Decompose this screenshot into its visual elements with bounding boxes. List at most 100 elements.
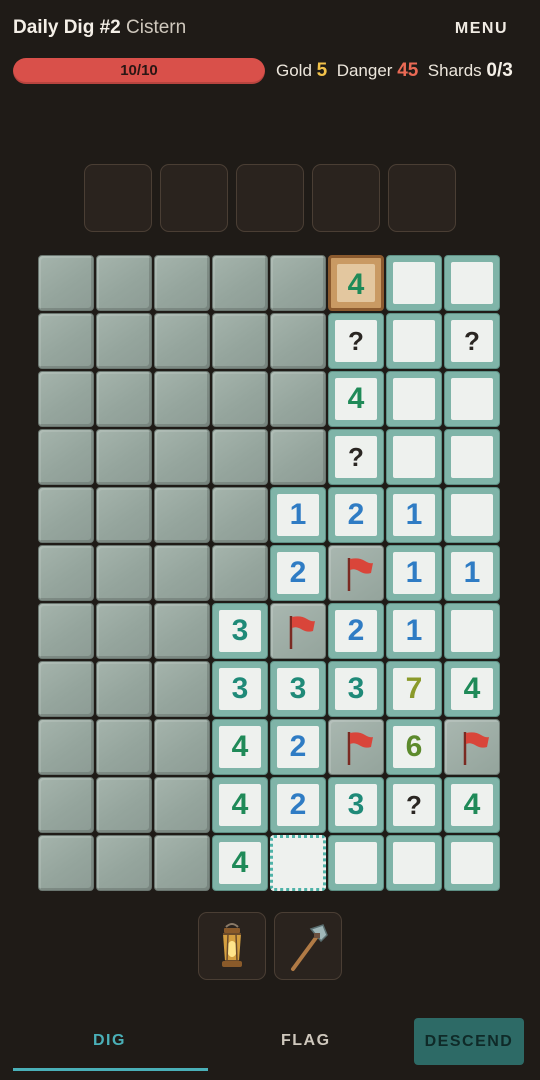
- hidden-tile[interactable]: [96, 777, 152, 833]
- hidden-tile[interactable]: [96, 545, 152, 601]
- revealed-tile[interactable]: 2: [328, 603, 384, 659]
- hidden-tile[interactable]: [38, 777, 94, 833]
- revealed-tile[interactable]: ?: [328, 429, 384, 485]
- hidden-tile[interactable]: [38, 661, 94, 717]
- hidden-tile[interactable]: [96, 371, 152, 427]
- revealed-tile[interactable]: 4: [444, 661, 500, 717]
- revealed-tile[interactable]: [444, 603, 500, 659]
- revealed-tile[interactable]: [444, 487, 500, 543]
- menu-button[interactable]: MENU: [455, 20, 508, 38]
- hidden-tile[interactable]: [154, 545, 210, 601]
- revealed-tile[interactable]: ?: [328, 313, 384, 369]
- hidden-tile[interactable]: [154, 603, 210, 659]
- revealed-tile[interactable]: [386, 429, 442, 485]
- revealed-tile[interactable]: 3: [212, 603, 268, 659]
- hidden-tile[interactable]: [212, 313, 268, 369]
- hidden-tile[interactable]: [212, 255, 268, 311]
- revealed-tile[interactable]: 2: [270, 777, 326, 833]
- hidden-tile[interactable]: [270, 371, 326, 427]
- revealed-tile[interactable]: 6: [386, 719, 442, 775]
- hidden-tile[interactable]: [38, 429, 94, 485]
- revealed-tile[interactable]: ?: [386, 777, 442, 833]
- hidden-tile[interactable]: [96, 255, 152, 311]
- hidden-tile[interactable]: [154, 777, 210, 833]
- hidden-tile[interactable]: [38, 487, 94, 543]
- hidden-tile[interactable]: [96, 429, 152, 485]
- special-tile[interactable]: 4: [328, 255, 384, 311]
- hidden-tile[interactable]: [38, 603, 94, 659]
- tab-dig[interactable]: DIG: [93, 1032, 126, 1050]
- revealed-tile[interactable]: [386, 835, 442, 891]
- inventory-slot[interactable]: [236, 164, 304, 232]
- revealed-tile[interactable]: 1: [386, 487, 442, 543]
- hidden-tile[interactable]: [270, 313, 326, 369]
- hidden-tile[interactable]: [154, 487, 210, 543]
- hidden-tile[interactable]: [154, 719, 210, 775]
- inventory-slot[interactable]: [84, 164, 152, 232]
- hidden-tile[interactable]: [96, 661, 152, 717]
- tab-flag[interactable]: FLAG: [281, 1032, 331, 1050]
- hidden-tile[interactable]: [270, 429, 326, 485]
- flagged-tile[interactable]: [270, 603, 326, 659]
- hidden-tile[interactable]: [212, 545, 268, 601]
- revealed-tile[interactable]: 4: [212, 835, 268, 891]
- inventory-slot[interactable]: [312, 164, 380, 232]
- revealed-tile[interactable]: 1: [386, 603, 442, 659]
- inventory-slot[interactable]: [388, 164, 456, 232]
- hidden-tile[interactable]: [38, 313, 94, 369]
- hidden-tile[interactable]: [96, 719, 152, 775]
- hidden-tile[interactable]: [154, 371, 210, 427]
- revealed-tile[interactable]: 2: [270, 545, 326, 601]
- revealed-tile[interactable]: 2: [270, 719, 326, 775]
- hidden-tile[interactable]: [38, 255, 94, 311]
- hidden-tile[interactable]: [154, 313, 210, 369]
- lantern-tool-button[interactable]: [198, 912, 266, 980]
- hidden-tile[interactable]: [270, 255, 326, 311]
- flagged-tile[interactable]: [328, 719, 384, 775]
- hidden-tile[interactable]: [154, 429, 210, 485]
- revealed-tile[interactable]: 4: [328, 371, 384, 427]
- selected-tile[interactable]: [270, 835, 326, 891]
- pickaxe-tool-button[interactable]: [274, 912, 342, 980]
- hidden-tile[interactable]: [96, 835, 152, 891]
- revealed-tile[interactable]: 3: [212, 661, 268, 717]
- revealed-tile[interactable]: 4: [444, 777, 500, 833]
- hidden-tile[interactable]: [96, 487, 152, 543]
- shards-label: Shards: [427, 61, 482, 80]
- revealed-tile[interactable]: 3: [328, 777, 384, 833]
- hidden-tile[interactable]: [38, 545, 94, 601]
- hidden-tile[interactable]: [154, 661, 210, 717]
- revealed-tile[interactable]: 4: [212, 777, 268, 833]
- revealed-tile[interactable]: 2: [328, 487, 384, 543]
- revealed-tile[interactable]: [444, 255, 500, 311]
- hidden-tile[interactable]: [154, 255, 210, 311]
- revealed-tile[interactable]: [386, 255, 442, 311]
- hidden-tile[interactable]: [38, 371, 94, 427]
- flagged-tile[interactable]: [444, 719, 500, 775]
- revealed-tile[interactable]: 1: [444, 545, 500, 601]
- revealed-tile[interactable]: 3: [328, 661, 384, 717]
- hidden-tile[interactable]: [212, 487, 268, 543]
- hidden-tile[interactable]: [38, 719, 94, 775]
- hidden-tile[interactable]: [38, 835, 94, 891]
- revealed-tile[interactable]: ?: [444, 313, 500, 369]
- revealed-tile[interactable]: [386, 371, 442, 427]
- revealed-tile[interactable]: 4: [212, 719, 268, 775]
- revealed-tile[interactable]: [444, 429, 500, 485]
- revealed-tile[interactable]: 1: [270, 487, 326, 543]
- revealed-tile[interactable]: 1: [386, 545, 442, 601]
- hidden-tile[interactable]: [154, 835, 210, 891]
- hidden-tile[interactable]: [96, 313, 152, 369]
- hidden-tile[interactable]: [212, 429, 268, 485]
- inventory-slot[interactable]: [160, 164, 228, 232]
- flagged-tile[interactable]: [328, 545, 384, 601]
- descend-button[interactable]: DESCEND: [414, 1018, 524, 1065]
- revealed-tile[interactable]: [386, 313, 442, 369]
- revealed-tile[interactable]: 3: [270, 661, 326, 717]
- revealed-tile[interactable]: [444, 371, 500, 427]
- hidden-tile[interactable]: [212, 371, 268, 427]
- revealed-tile[interactable]: [328, 835, 384, 891]
- revealed-tile[interactable]: [444, 835, 500, 891]
- hidden-tile[interactable]: [96, 603, 152, 659]
- revealed-tile[interactable]: 7: [386, 661, 442, 717]
